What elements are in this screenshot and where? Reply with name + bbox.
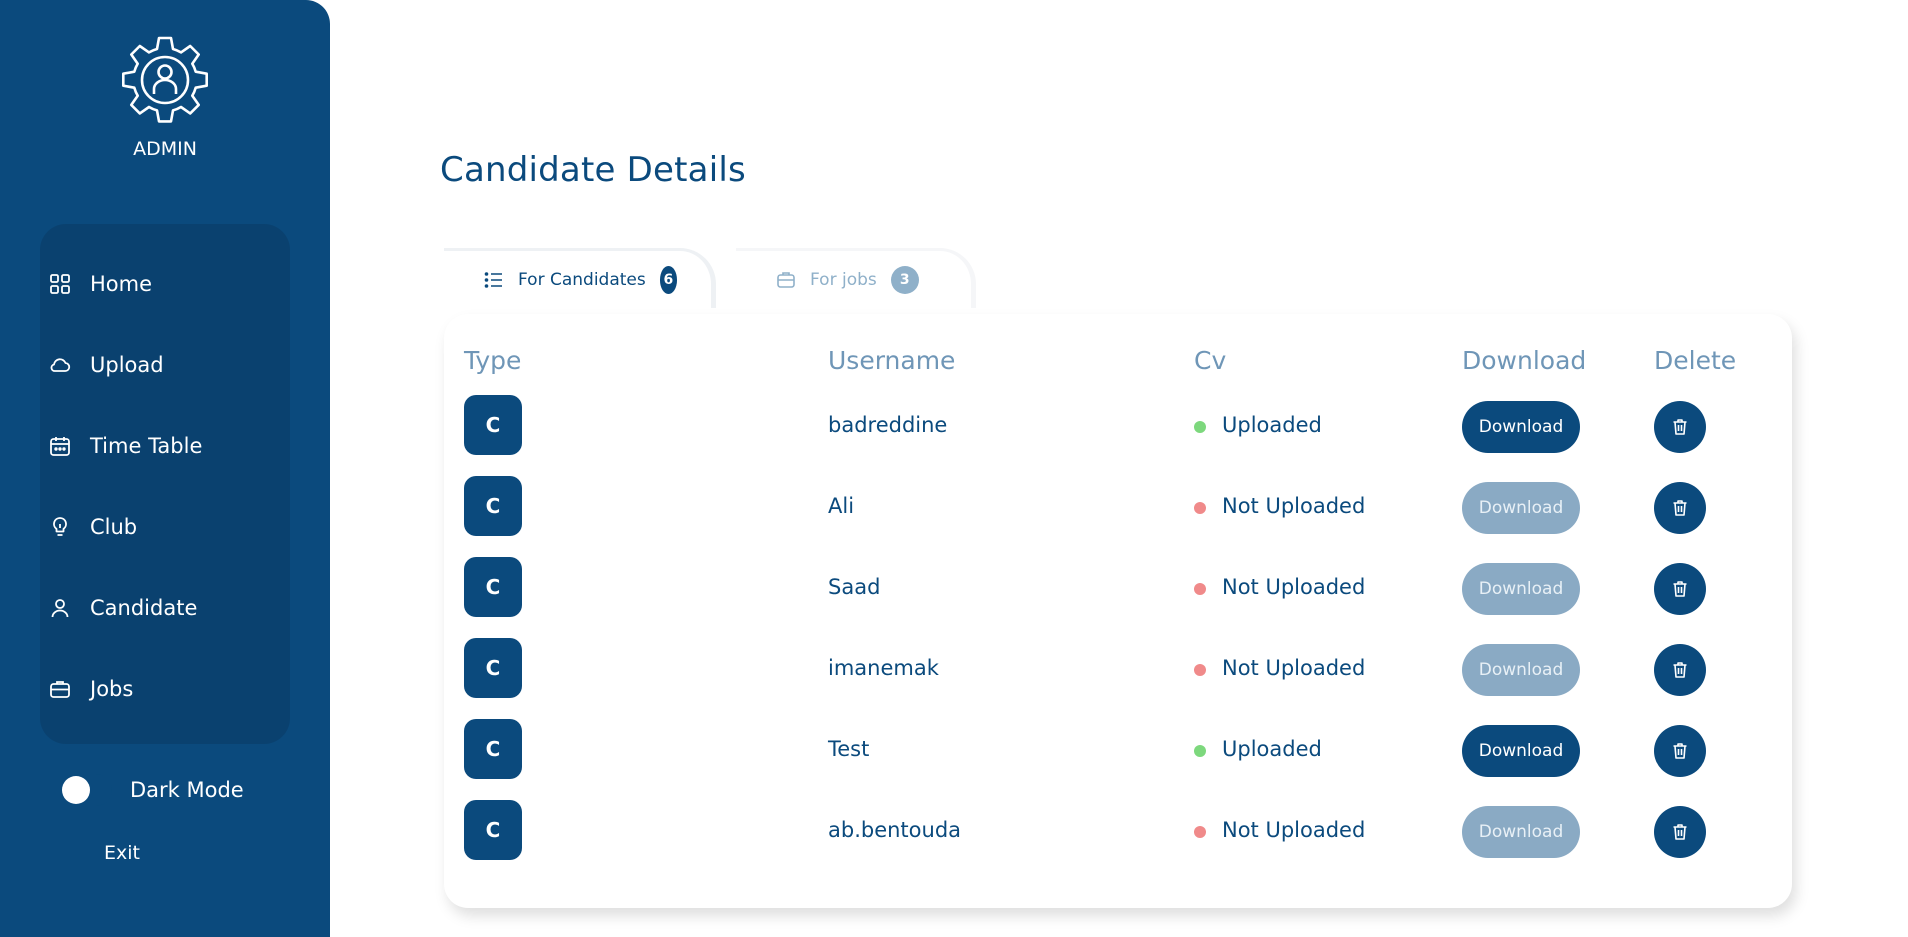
trash-icon [1673, 743, 1687, 759]
not-uploaded-status-dot [1194, 502, 1206, 514]
cv-status: Not Uploaded [1222, 818, 1366, 842]
uploaded-status-dot [1194, 745, 1206, 757]
table-row: Cab.bentouda Not Uploaded Download [0, 792, 1908, 872]
cloud-icon [48, 353, 72, 377]
cv-status: Not Uploaded [1222, 656, 1366, 680]
table-row: C Saad Not Uploaded Download [0, 549, 1908, 629]
type-badge: C [464, 719, 522, 779]
download-button[interactable]: Download [1462, 806, 1580, 858]
trash-icon [1673, 500, 1687, 516]
sidebar-item-home[interactable]: Home [48, 264, 152, 304]
column-header-delete: Delete [1654, 346, 1737, 375]
count-badge: 3 [890, 265, 919, 294]
column-header-type: Type [464, 346, 522, 375]
cv-status: Not Uploaded [1222, 575, 1366, 599]
download-button[interactable]: Download [1462, 644, 1580, 696]
table-row: Cbadreddine Uploaded Download [0, 387, 1908, 467]
sidebar-item-label: Home [90, 272, 153, 296]
count-badge: 6 [659, 265, 677, 294]
table-row: C Test Uploaded Download [0, 711, 1908, 791]
table-row: Cimanemak Not Uploaded Download [0, 630, 1908, 710]
type-badge: C [464, 395, 522, 455]
delete-button[interactable] [1654, 482, 1706, 534]
grid-icon [48, 272, 72, 296]
column-header-cv: Cv [1194, 346, 1227, 375]
username-cell: Test [828, 737, 870, 761]
delete-button[interactable] [1654, 725, 1706, 777]
uploaded-status-dot [1194, 421, 1206, 433]
not-uploaded-status-dot [1194, 664, 1206, 676]
gear-user-icon [122, 36, 208, 123]
download-button[interactable]: Download [1462, 401, 1580, 453]
tab-label: For Candidates [518, 269, 646, 290]
type-badge: C [464, 557, 522, 617]
delete-button[interactable] [1654, 644, 1706, 696]
table-row: C Ali Not Uploaded Download [0, 468, 1908, 548]
trash-icon [1673, 581, 1687, 597]
not-uploaded-status-dot [1194, 583, 1206, 595]
trash-icon [1673, 419, 1687, 435]
type-badge: C [464, 638, 522, 698]
column-header-username: Username [828, 346, 956, 375]
download-button[interactable]: Download [1462, 563, 1580, 615]
list-icon [484, 270, 504, 290]
username-cell: Ali [828, 494, 855, 518]
tab-label: For jobs [810, 269, 877, 290]
delete-button[interactable] [1654, 401, 1706, 453]
column-header-download: Download [1462, 346, 1587, 375]
page-title: Candidate Details [440, 150, 746, 190]
username-cell: ab.bentouda [828, 818, 962, 842]
cv-status: Uploaded [1222, 737, 1322, 761]
tab-for-jobs[interactable]: For jobs 3 [736, 248, 976, 308]
briefcase-icon [776, 270, 796, 290]
admin-logo: ADMIN [0, 34, 330, 160]
role-label: ADMIN [133, 138, 197, 160]
cv-status: Not Uploaded [1222, 494, 1366, 518]
trash-icon [1673, 662, 1687, 678]
cv-status: Uploaded [1222, 413, 1322, 437]
sidebar-item-label: Upload [90, 353, 164, 377]
username-cell: Saad [828, 575, 881, 599]
trash-icon [1673, 824, 1687, 840]
download-button[interactable]: Download [1462, 725, 1580, 777]
sidebar-item-upload[interactable]: Upload [48, 345, 164, 385]
type-badge: C [464, 800, 522, 860]
tab-for-candidates[interactable]: For Candidates 6 [444, 248, 716, 308]
username-cell: imanemak [828, 656, 939, 680]
delete-button[interactable] [1654, 806, 1706, 858]
type-badge: C [464, 476, 522, 536]
not-uploaded-status-dot [1194, 826, 1206, 838]
username-cell: badreddine [828, 413, 948, 437]
download-button[interactable]: Download [1462, 482, 1580, 534]
delete-button[interactable] [1654, 563, 1706, 615]
